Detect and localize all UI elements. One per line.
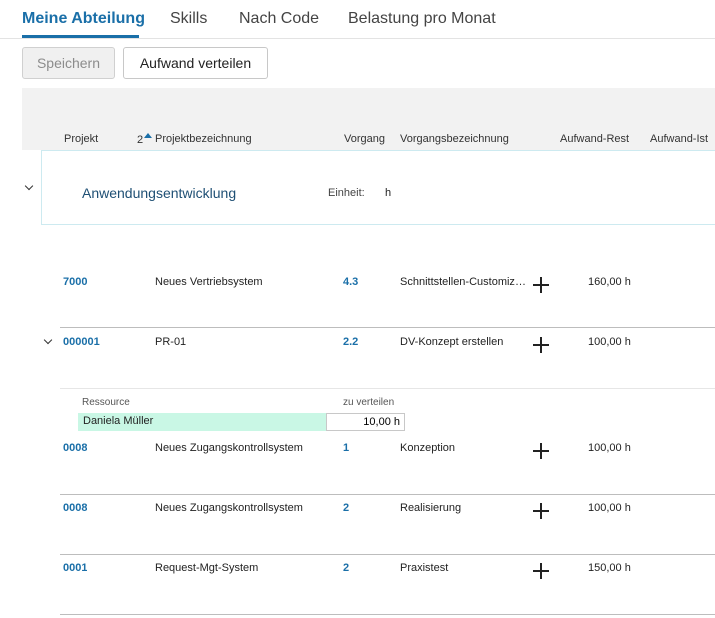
active-tab-indicator — [22, 35, 139, 38]
column-header-projekt[interactable]: Projekt — [64, 133, 98, 145]
row-divider — [60, 614, 715, 615]
distribute-amount-input[interactable] — [326, 413, 405, 431]
add-resource-button[interactable] — [529, 557, 553, 585]
project-description: Request-Mgt-System — [155, 562, 259, 574]
project-number-link[interactable]: 0008 — [63, 502, 87, 514]
task-description: DV-Konzept erstellen — [400, 336, 504, 348]
tab-skills[interactable]: Skills — [170, 10, 207, 28]
distribute-column-label: zu verteilen — [343, 397, 395, 408]
remaining-effort: 100,00 h — [588, 442, 631, 454]
add-resource-button[interactable] — [529, 497, 553, 525]
task-number-link[interactable]: 2.2 — [343, 336, 358, 348]
project-description: Neues Vertriebsystem — [155, 276, 263, 288]
remaining-effort: 160,00 h — [588, 276, 631, 288]
save-button[interactable]: Speichern — [22, 47, 115, 79]
column-header-projektbezeichnung[interactable]: Projektbezeichnung — [155, 133, 252, 145]
row-divider — [60, 388, 715, 389]
remaining-effort: 150,00 h — [588, 562, 631, 574]
task-description: Praxistest — [400, 562, 449, 574]
plus-icon — [533, 563, 549, 579]
tab-nach-code[interactable]: Nach Code — [239, 10, 319, 28]
tab-bar: Meine Abteilung Skills Nach Code Belastu… — [0, 0, 715, 39]
chevron-down-icon[interactable] — [43, 335, 53, 345]
add-resource-button[interactable] — [529, 271, 553, 299]
sort-index: 2 — [137, 134, 144, 146]
project-number-link[interactable]: 7000 — [63, 276, 87, 288]
column-sort-indicator[interactable]: 2 — [137, 133, 153, 146]
add-resource-button[interactable] — [529, 331, 553, 359]
sort-ascending-icon — [144, 133, 153, 138]
project-number-link[interactable]: 0008 — [63, 442, 87, 454]
resource-name[interactable]: Daniela Müller — [78, 413, 326, 431]
tab-meine-abteilung[interactable]: Meine Abteilung — [22, 10, 145, 28]
column-header-vorgangsbezeichnung[interactable]: Vorgangsbezeichnung — [400, 133, 509, 145]
column-header-vorgang[interactable]: Vorgang — [344, 133, 385, 145]
remaining-effort: 100,00 h — [588, 336, 631, 348]
row-divider — [60, 554, 715, 555]
row-divider — [60, 494, 715, 495]
chevron-down-icon[interactable] — [24, 181, 34, 191]
tab-belastung-pro-monat[interactable]: Belastung pro Monat — [348, 10, 496, 28]
add-resource-button[interactable] — [529, 437, 553, 465]
remaining-effort: 100,00 h — [588, 502, 631, 514]
group-title: Anwendungsentwicklung — [82, 185, 237, 201]
resource-column-label: Ressource — [82, 397, 130, 408]
group-unit-label: Einheit: — [328, 187, 365, 199]
project-number-link[interactable]: 0001 — [63, 562, 87, 574]
task-number-link[interactable]: 4.3 — [343, 276, 358, 288]
task-description: Realisierung — [400, 502, 462, 514]
plus-icon — [533, 443, 549, 459]
task-number-link[interactable]: 2 — [343, 562, 349, 574]
group-header: Anwendungsentwicklung Einheit: h — [41, 150, 715, 225]
task-description: Konzeption — [400, 442, 456, 454]
project-description: PR-01 — [155, 336, 187, 348]
task-number-link[interactable]: 2 — [343, 502, 349, 514]
group-unit-value: h — [385, 187, 392, 199]
project-number-link[interactable]: 000001 — [63, 336, 100, 348]
project-description: Neues Zugangskontrollsystem — [155, 502, 303, 514]
plus-icon — [533, 337, 549, 353]
task-description: Schnittstellen-Customizing — [400, 276, 527, 288]
plus-icon — [533, 277, 549, 293]
column-header-aufwand-rest[interactable]: Aufwand-Rest — [560, 133, 629, 145]
project-description: Neues Zugangskontrollsystem — [155, 442, 303, 454]
task-number-link[interactable]: 1 — [343, 442, 349, 454]
distribute-effort-button[interactable]: Aufwand verteilen — [123, 47, 268, 79]
row-divider — [60, 327, 715, 328]
plus-icon — [533, 503, 549, 519]
column-header-aufwand-ist[interactable]: Aufwand-Ist — [650, 133, 708, 145]
